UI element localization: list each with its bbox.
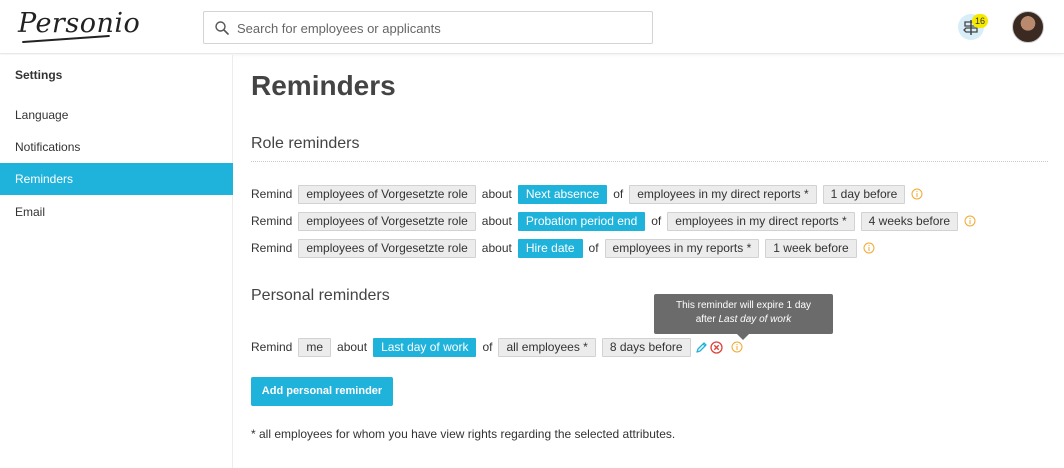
target-chip[interactable]: employees in my direct reports * [667,211,855,231]
recipient-chip[interactable]: employees of Vorgesetzte role [298,184,476,204]
personio-logo[interactable]: Personio [18,8,140,39]
target-chip[interactable]: employees in my direct reports * [629,184,817,204]
of-text: of [651,214,662,228]
personal-reminders-title: Personal reminders [251,287,390,304]
about-text: about [481,214,512,228]
remind-text: Remind [251,187,293,201]
info-icon[interactable] [863,242,875,254]
role-reminders-title: Role reminders [251,135,360,152]
info-icon[interactable] [964,215,976,227]
recipient-chip[interactable]: employees of Vorgesetzte role [298,211,476,231]
search-input[interactable] [237,18,637,38]
sidebar-title: Settings [15,68,63,82]
about-text: about [481,241,512,255]
settings-sidebar: Settings Language Notifications Reminder… [0,55,233,468]
personal-reminder-row: Remind me about Last day of work of all … [251,336,743,358]
sidebar-item-email[interactable]: Email [0,196,233,228]
sidebar-item-language[interactable]: Language [0,99,233,131]
target-chip[interactable]: all employees * [498,337,596,357]
event-chip[interactable]: Probation period end [517,211,646,231]
remind-text: Remind [251,214,293,228]
timing-chip[interactable]: 1 day before [822,184,906,204]
page-title: Reminders [251,70,396,101]
event-chip[interactable]: Next absence [517,184,608,204]
of-text: of [613,187,624,201]
role-reminder-row: Remind employees of Vorgesetzte role abo… [251,183,923,205]
info-icon[interactable] [911,188,923,200]
timing-chip[interactable]: 8 days before [601,337,691,357]
sidebar-item-notifications[interactable]: Notifications [0,131,233,163]
notification-count-badge: 16 [972,14,988,28]
add-personal-reminder-button[interactable]: Add personal reminder [251,377,393,406]
search-icon [215,21,229,35]
role-reminder-row: Remind employees of Vorgesetzte role abo… [251,237,875,259]
delete-icon[interactable] [709,340,723,354]
timing-chip[interactable]: 4 weeks before [860,211,959,231]
tooltip-line2-emph: Last day of work [718,314,792,325]
target-chip[interactable]: employees in my reports * [604,238,760,258]
about-text: about [481,187,512,201]
tooltip-line2: after Last day of work [654,313,833,327]
remind-text: Remind [251,340,293,354]
remind-text: Remind [251,241,293,255]
event-chip[interactable]: Hire date [517,238,583,258]
event-chip[interactable]: Last day of work [373,337,477,357]
top-bar: Personio 16 [0,0,1064,54]
info-icon[interactable] [731,341,743,353]
recipient-chip[interactable]: me [298,337,332,357]
search-box[interactable] [203,11,653,44]
footnote: * all employees for whom you have view r… [251,427,676,441]
about-text: about [337,340,368,354]
tooltip-line1: This reminder will expire 1 day [675,300,812,311]
of-text: of [588,241,599,255]
expiry-tooltip: This reminder will expire 1 day after La… [654,294,833,334]
user-avatar[interactable] [1012,11,1044,43]
tooltip-line2-prefix: after [695,314,719,325]
pencil-icon[interactable] [695,341,708,354]
sidebar-item-reminders[interactable]: Reminders [0,163,233,195]
role-reminder-row: Remind employees of Vorgesetzte role abo… [251,210,976,232]
recipient-chip[interactable]: employees of Vorgesetzte role [298,238,476,258]
section-divider [251,161,1048,162]
timing-chip[interactable]: 1 week before [765,238,857,258]
of-text: of [482,340,493,354]
